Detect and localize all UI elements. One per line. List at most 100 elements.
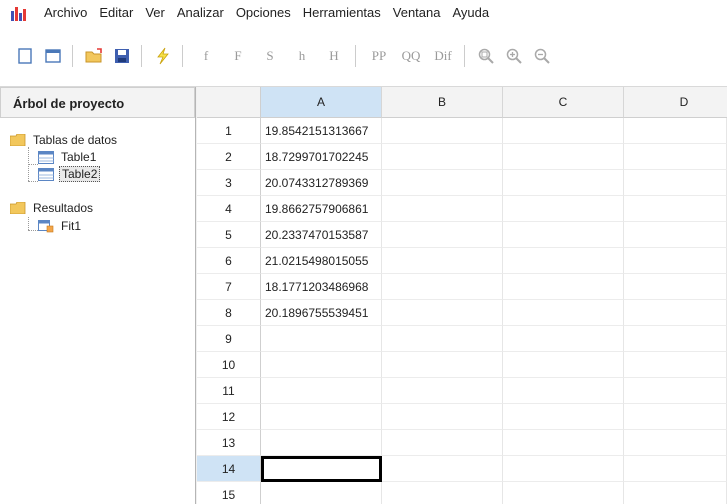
menu-ver[interactable]: Ver	[139, 0, 171, 26]
toolbar-H-button[interactable]: H	[319, 43, 349, 69]
cell-a14-selected[interactable]	[261, 456, 382, 482]
cell-a11[interactable]	[261, 378, 382, 404]
row-header[interactable]: 5	[197, 222, 261, 248]
cell-d9[interactable]	[624, 326, 727, 352]
cell-a5[interactable]: 20.2337470153587	[261, 222, 382, 248]
cell-b4[interactable]	[382, 196, 503, 222]
cell-c7[interactable]	[503, 274, 624, 300]
row-header[interactable]: 4	[197, 196, 261, 222]
cell-b3[interactable]	[382, 170, 503, 196]
menu-ayuda[interactable]: Ayuda	[446, 0, 495, 26]
cell-c2[interactable]	[503, 144, 624, 170]
cell-a6[interactable]: 21.0215498015055	[261, 248, 382, 274]
cell-c9[interactable]	[503, 326, 624, 352]
new-document-icon[interactable]	[12, 43, 38, 69]
cell-c13[interactable]	[503, 430, 624, 456]
cell-d14[interactable]	[624, 456, 727, 482]
open-folder-icon[interactable]	[81, 43, 107, 69]
cell-b1[interactable]	[382, 118, 503, 144]
row-header[interactable]: 9	[197, 326, 261, 352]
tree-node-tablas-de-datos[interactable]: Tablas de datos	[10, 131, 119, 149]
cell-c5[interactable]	[503, 222, 624, 248]
cell-c3[interactable]	[503, 170, 624, 196]
menu-herramientas[interactable]: Herramientas	[297, 0, 387, 26]
row-header[interactable]: 2	[197, 144, 261, 170]
row-header[interactable]: 3	[197, 170, 261, 196]
cell-d11[interactable]	[624, 378, 727, 404]
tree-node-table2[interactable]: Table2	[38, 165, 101, 183]
toolbar-f-button[interactable]: f	[191, 43, 221, 69]
toolbar-dif-button[interactable]: Dif	[428, 43, 458, 69]
cell-d12[interactable]	[624, 404, 727, 430]
tree-node-fit1[interactable]: Fit1	[38, 217, 83, 235]
cell-d10[interactable]	[624, 352, 727, 378]
menu-editar[interactable]: Editar	[93, 0, 139, 26]
save-disk-icon[interactable]	[109, 43, 135, 69]
cell-b10[interactable]	[382, 352, 503, 378]
cell-a13[interactable]	[261, 430, 382, 456]
menu-ventana[interactable]: Ventana	[387, 0, 447, 26]
cell-c10[interactable]	[503, 352, 624, 378]
menu-opciones[interactable]: Opciones	[230, 0, 297, 26]
toolbar-qq-button[interactable]: QQ	[396, 43, 426, 69]
row-header[interactable]: 11	[197, 378, 261, 404]
cell-b12[interactable]	[382, 404, 503, 430]
cell-a8[interactable]: 20.1896755539451	[261, 300, 382, 326]
row-header[interactable]: 15	[197, 482, 261, 504]
toolbar-F-button[interactable]: F	[223, 43, 253, 69]
row-header[interactable]: 14	[197, 456, 261, 482]
window-icon[interactable]	[40, 43, 66, 69]
toolbar-S-button[interactable]: S	[255, 43, 285, 69]
column-header-d[interactable]: D	[624, 87, 727, 118]
cell-d15[interactable]	[624, 482, 727, 504]
cell-b11[interactable]	[382, 378, 503, 404]
cell-c14[interactable]	[503, 456, 624, 482]
cell-a10[interactable]	[261, 352, 382, 378]
cell-d7[interactable]	[624, 274, 727, 300]
cell-d3[interactable]	[624, 170, 727, 196]
cell-b6[interactable]	[382, 248, 503, 274]
row-header[interactable]: 8	[197, 300, 261, 326]
zoom-fit-icon[interactable]	[473, 43, 499, 69]
cell-d6[interactable]	[624, 248, 727, 274]
column-header-a[interactable]: A	[261, 87, 382, 118]
cell-b2[interactable]	[382, 144, 503, 170]
cell-b9[interactable]	[382, 326, 503, 352]
cell-a9[interactable]	[261, 326, 382, 352]
cell-d1[interactable]	[624, 118, 727, 144]
cell-c15[interactable]	[503, 482, 624, 504]
cell-c1[interactable]	[503, 118, 624, 144]
cell-d13[interactable]	[624, 430, 727, 456]
zoom-out-icon[interactable]	[529, 43, 555, 69]
cell-a15[interactable]	[261, 482, 382, 504]
cell-c6[interactable]	[503, 248, 624, 274]
zoom-in-icon[interactable]	[501, 43, 527, 69]
cell-a12[interactable]	[261, 404, 382, 430]
cell-d8[interactable]	[624, 300, 727, 326]
cell-b15[interactable]	[382, 482, 503, 504]
cell-b7[interactable]	[382, 274, 503, 300]
menu-analizar[interactable]: Analizar	[171, 0, 230, 26]
toolbar-h-button[interactable]: h	[287, 43, 317, 69]
cell-c8[interactable]	[503, 300, 624, 326]
toolbar-pp-button[interactable]: PP	[364, 43, 394, 69]
cell-b14[interactable]	[382, 456, 503, 482]
cell-c11[interactable]	[503, 378, 624, 404]
row-header[interactable]: 13	[197, 430, 261, 456]
cell-a3[interactable]: 20.0743312789369	[261, 170, 382, 196]
cell-a1[interactable]: 19.8542151313667	[261, 118, 382, 144]
row-header[interactable]: 7	[197, 274, 261, 300]
row-header[interactable]: 6	[197, 248, 261, 274]
cell-d2[interactable]	[624, 144, 727, 170]
cell-b5[interactable]	[382, 222, 503, 248]
tree-node-table1[interactable]: Table1	[38, 148, 98, 166]
tree-node-resultados[interactable]: Resultados	[10, 199, 95, 217]
column-header-c[interactable]: C	[503, 87, 624, 118]
cell-b8[interactable]	[382, 300, 503, 326]
cell-d5[interactable]	[624, 222, 727, 248]
cell-c4[interactable]	[503, 196, 624, 222]
cell-a7[interactable]: 18.1771203486968	[261, 274, 382, 300]
row-header[interactable]: 12	[197, 404, 261, 430]
row-header[interactable]: 1	[197, 118, 261, 144]
lightning-icon[interactable]	[150, 43, 176, 69]
